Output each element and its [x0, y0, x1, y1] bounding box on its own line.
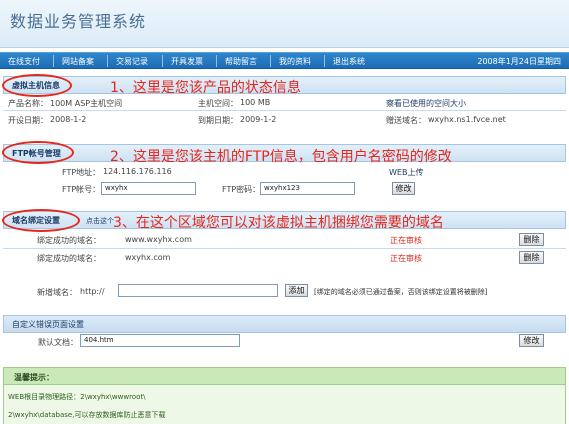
bound-domain-status: 正在审核: [390, 254, 422, 263]
bound-domain-label: 绑定成功的域名：: [37, 254, 101, 263]
nav-item-logout[interactable]: 退出系统: [333, 56, 365, 67]
error-page-header: 自定义错误页面设置: [3, 315, 566, 333]
web-upload-link[interactable]: WEB上传: [389, 167, 423, 178]
host-space-label: 主机空间：: [198, 99, 238, 108]
bound-domain-status: 正在审核: [390, 236, 422, 245]
nav-item-invoice[interactable]: 开具发票: [171, 56, 203, 67]
nav-divider: [216, 55, 217, 67]
default-doc-label: 默认文档：: [38, 338, 78, 347]
expire-date-value: 2009-1-2: [240, 115, 277, 124]
ftp-address-label: FTP地址：: [62, 168, 101, 177]
product-name-value: 100M ASP主机空间: [50, 99, 123, 108]
annotation-circle: [2, 209, 80, 232]
nav-divider: [53, 55, 54, 67]
annotation-circle: [2, 141, 74, 164]
new-domain-label: 新增域名：: [37, 288, 77, 297]
view-used-space-link[interactable]: 察看已使用的空间大小: [386, 98, 466, 109]
product-name-label: 产品名称：: [8, 99, 48, 108]
nav-item-transactions[interactable]: 交易记录: [116, 56, 148, 67]
domain-notice: [绑定的域名必须已通过备案，否则该绑定设置将被删除]: [314, 288, 488, 296]
nav-divider: [270, 55, 271, 67]
delete-domain-button[interactable]: 删除: [519, 251, 544, 264]
bound-domain-label: 绑定成功的域名：: [37, 236, 101, 245]
open-date-value: 2008-1-2: [50, 115, 87, 124]
nav-item-help[interactable]: 帮助留言: [225, 56, 257, 67]
delete-domain-button[interactable]: 删除: [519, 233, 544, 246]
annotation-1: 1、这里是您该产品的状态信息: [110, 80, 301, 96]
tips-header: 温馨提示：: [3, 367, 566, 385]
error-page-title: 自定义错误页面设置: [12, 320, 84, 329]
gift-domain-value: wxyhx.ns1.fvce.net: [428, 115, 506, 124]
ftp-modify-button[interactable]: 修改: [392, 182, 415, 195]
ftp-address-value: 124.116.176.116: [103, 167, 172, 176]
domain-hint-text: 点击这个: [86, 217, 114, 225]
host-space-value: 100 MB: [240, 98, 271, 107]
ftp-account-input[interactable]: wxyhx: [101, 182, 196, 195]
nav-item-site-filing[interactable]: 网站备案: [62, 56, 94, 67]
tips-title: 温馨提示：: [14, 373, 54, 382]
app-title: 数据业务管理系统: [10, 12, 147, 31]
nav-divider: [162, 55, 163, 67]
add-domain-button[interactable]: 添加: [285, 284, 308, 297]
gift-domain-label: 赠送域名：: [386, 116, 426, 125]
nav-item-online-pay[interactable]: 在线支付: [8, 56, 40, 67]
default-doc-input[interactable]: 404.htm: [80, 334, 240, 347]
open-date-label: 开设日期：: [8, 116, 48, 125]
row-divider: [3, 248, 566, 249]
annotation-3: 3、在这个区域您可以对该虚拟主机捆绑您需要的域名: [113, 215, 444, 231]
ftp-account-label: FTP帐号：: [62, 185, 101, 194]
current-date: 2008年1月24日星期四: [477, 57, 561, 66]
bound-domain-value: wxyhx.com: [125, 253, 171, 262]
ftp-password-label: FTP密码：: [222, 185, 261, 194]
expire-date-label: 到期日期：: [198, 116, 238, 125]
bound-domain-value: www.wxyhx.com: [125, 235, 192, 244]
http-prefix: http://: [80, 287, 105, 296]
main-nav: 在线支付 网站备案 交易记录 开具发票 帮助留言 我的资料 退出系统 2008年…: [0, 52, 569, 69]
nav-divider: [107, 55, 108, 67]
tip-line-1: WEB根目录物理路径：2\wxyhx\wwwroot\: [8, 393, 146, 401]
tip-line-2: 2\wxyhx\database,可以存放数据库防止恶意下载: [8, 411, 166, 419]
header-banner: 数据业务管理系统: [0, 0, 569, 48]
annotation-circle: [2, 74, 72, 97]
row-divider: [3, 110, 566, 111]
new-domain-input[interactable]: [118, 284, 278, 297]
error-page-modify-button[interactable]: 修改: [519, 334, 544, 347]
ftp-password-input[interactable]: wxyhx123: [260, 182, 355, 195]
annotation-2: 2、这里是您该主机的FTP信息，包含用户名密码的修改: [110, 149, 452, 165]
nav-divider: [324, 55, 325, 67]
nav-item-profile[interactable]: 我的资料: [279, 56, 311, 67]
